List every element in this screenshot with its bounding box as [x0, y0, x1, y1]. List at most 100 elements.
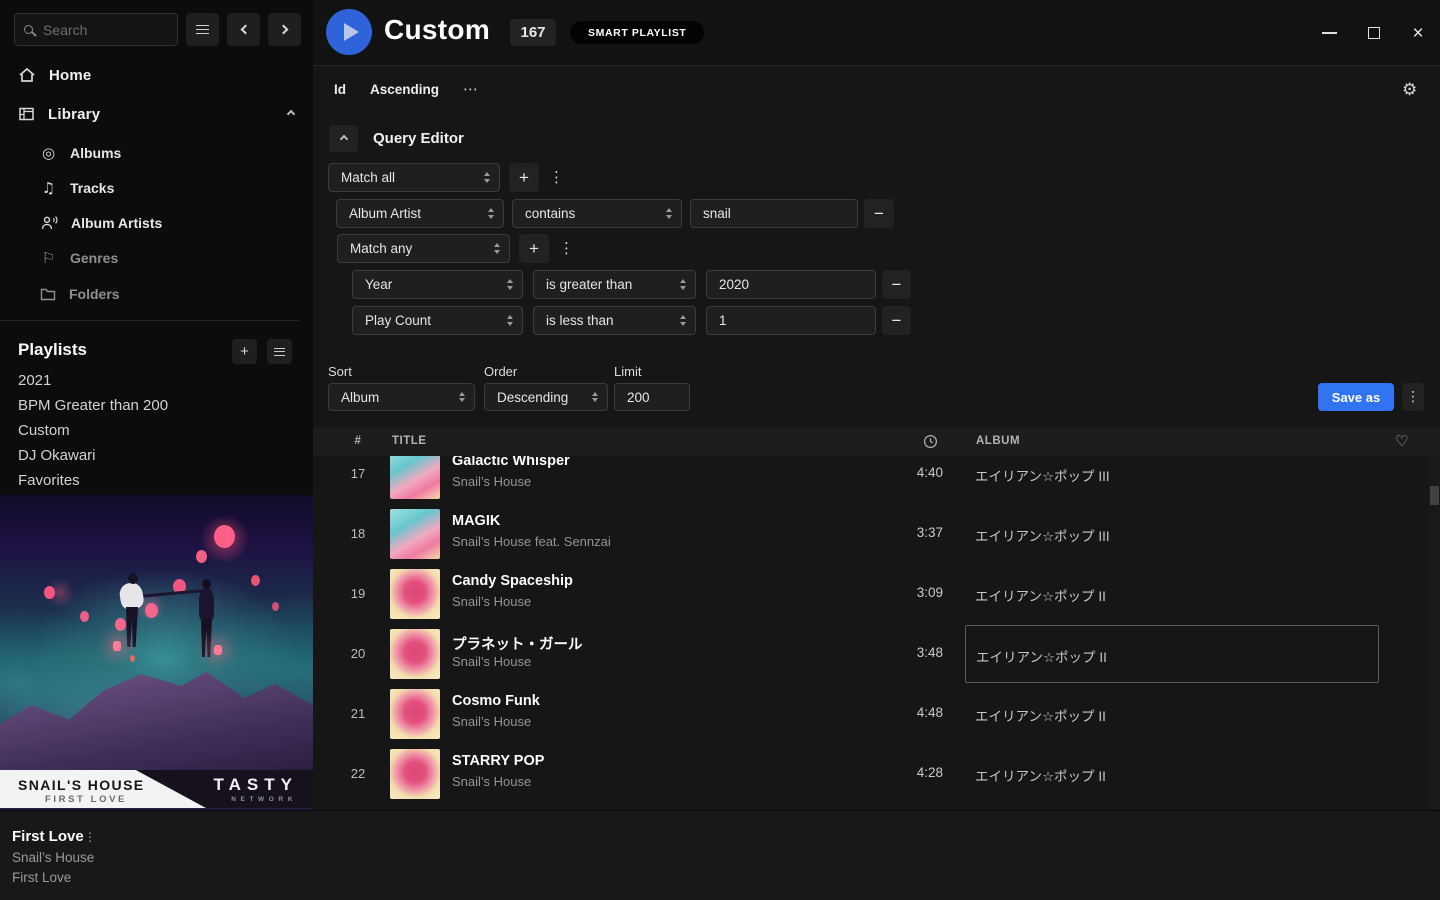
rule1-remove-button[interactable]: −: [864, 199, 894, 228]
sidebar-item-albums[interactable]: ◎ Albums: [40, 142, 121, 164]
window-close-button[interactable]: ×: [1403, 18, 1433, 48]
select-spinner-icon: [680, 279, 686, 290]
query-more-button[interactable]: ⋮: [1402, 383, 1424, 411]
column-header-number[interactable]: #: [343, 435, 373, 447]
sort-field-control[interactable]: Id: [334, 82, 346, 97]
rule2-field-value: Year: [365, 277, 392, 292]
rule2-field-select[interactable]: Year: [352, 270, 523, 299]
rule3-field-value: Play Count: [365, 313, 431, 328]
rule1-field-value: Album Artist: [349, 206, 421, 221]
sidebar-item-library[interactable]: Library: [18, 103, 294, 125]
menu-button[interactable]: [186, 13, 219, 46]
add-playlist-button[interactable]: +: [232, 339, 257, 364]
table-row[interactable]: 19 Candy Spaceship Snail’s House 3:09 エイ…: [313, 564, 1428, 624]
nav-forward-button[interactable]: [268, 13, 301, 46]
search-input[interactable]: [41, 21, 168, 39]
root-match-select[interactable]: Match all: [328, 163, 500, 192]
sort-order-control[interactable]: Ascending: [370, 82, 439, 97]
track-artist: Snail’s House: [452, 714, 531, 729]
search-box[interactable]: [14, 13, 178, 46]
disc-icon: ◎: [40, 144, 57, 162]
sidebar-item-folders[interactable]: Folders: [40, 283, 120, 305]
track-album: エイリアン☆ポップ II: [965, 625, 1379, 683]
sidebar-item-tracks[interactable]: ♫ Tracks: [40, 177, 114, 199]
nav-back-button[interactable]: [227, 13, 260, 46]
table-header: # TITLE ALBUM ♡: [313, 428, 1440, 456]
playlist-item-dj-okawari[interactable]: DJ Okawari: [18, 447, 96, 467]
rule3-operator-value: is less than: [546, 313, 614, 328]
album-art-thumbnail: [390, 509, 440, 559]
table-row[interactable]: 17 Galactic Whisper Snail’s House 4:40 エ…: [313, 456, 1428, 504]
track-artist: Snail’s House: [452, 774, 531, 789]
main-panel: Custom 167 SMART PLAYLIST × Id Ascending…: [313, 0, 1440, 810]
save-as-button[interactable]: Save as: [1318, 383, 1394, 411]
table-row[interactable]: 21 Cosmo Funk Snail’s House 4:48 エイリアン☆ポ…: [313, 684, 1428, 744]
subgroup-options-button[interactable]: ⋮: [559, 239, 574, 257]
play-playlist-button[interactable]: [326, 9, 372, 55]
gear-icon[interactable]: ⚙: [1402, 80, 1417, 100]
sidebar-item-album-artists[interactable]: Album Artists: [40, 212, 162, 234]
playlist-item-2021[interactable]: 2021: [18, 372, 51, 392]
group-match-select[interactable]: Match any: [337, 234, 510, 263]
table-row[interactable]: 18 MAGIK Snail’s House feat. Sennzai 3:3…: [313, 504, 1428, 564]
group-match-value: Match any: [350, 241, 412, 256]
cover-lanterns: [0, 495, 9, 506]
more-options-button[interactable]: ⋯: [463, 80, 478, 98]
rule2-value-input[interactable]: [706, 270, 876, 299]
order-select[interactable]: Descending: [484, 383, 608, 411]
sidebar-item-genres[interactable]: ⚐ Genres: [40, 247, 118, 269]
track-album: エイリアン☆ポップ II: [975, 705, 1106, 725]
collapse-chevron-icon[interactable]: [287, 110, 295, 118]
limit-input[interactable]: [614, 383, 690, 411]
limit-label: Limit: [614, 364, 641, 379]
sort-select[interactable]: Album: [328, 383, 475, 411]
group-add-rule-button[interactable]: +: [519, 234, 549, 263]
rule1-value-input[interactable]: [690, 199, 858, 228]
track-duration: 3:48: [873, 645, 943, 660]
scrollbar-track[interactable]: [1428, 456, 1440, 810]
column-header-album[interactable]: ALBUM: [976, 435, 1020, 447]
rule3-value-input[interactable]: [706, 306, 876, 335]
minimize-icon: [1322, 32, 1337, 34]
window-maximize-button[interactable]: [1359, 18, 1389, 48]
column-header-title[interactable]: TITLE: [392, 435, 426, 447]
playlist-item-bpm[interactable]: BPM Greater than 200: [18, 397, 168, 417]
plus-icon: +: [529, 239, 539, 259]
cover-album-text: FIRST LOVE: [45, 794, 127, 805]
select-spinner-icon: [507, 279, 513, 290]
play-icon: [344, 23, 359, 41]
scrollbar-thumb[interactable]: [1430, 486, 1439, 505]
playlist-item-favorites[interactable]: Favorites: [18, 472, 80, 492]
kebab-icon: ⋮: [1406, 389, 1420, 405]
rule3-field-select[interactable]: Play Count: [352, 306, 523, 335]
track-title: Galactic Whisper: [452, 456, 570, 469]
hamburger-icon: [196, 25, 209, 34]
sidebar-item-home[interactable]: Home: [18, 64, 91, 86]
rule2-operator-select[interactable]: is greater than: [533, 270, 696, 299]
sort-value: Album: [341, 390, 379, 405]
manage-playlists-button[interactable]: [267, 339, 292, 364]
now-playing-options-button[interactable]: ⋮: [84, 830, 96, 844]
album-art-thumbnail: [390, 749, 440, 799]
table-row[interactable]: 20 プラネット・ガール Snail’s House 3:48 エイリアン☆ポッ…: [313, 624, 1428, 684]
track-duration: 4:28: [873, 765, 943, 780]
rule1-operator-select[interactable]: contains: [512, 199, 682, 228]
rule3-operator-select[interactable]: is less than: [533, 306, 696, 335]
window-minimize-button[interactable]: [1314, 18, 1344, 48]
track-duration: 4:40: [873, 465, 943, 480]
now-playing-artist: Snail’s House: [12, 850, 94, 865]
rule3-remove-button[interactable]: −: [882, 306, 911, 335]
playlist-item-custom[interactable]: Custom: [18, 422, 70, 442]
rule1-field-select[interactable]: Album Artist: [336, 199, 504, 228]
column-header-favorite[interactable]: ♡: [1395, 432, 1409, 450]
add-rule-button[interactable]: +: [509, 163, 539, 192]
select-spinner-icon: [507, 315, 513, 326]
table-row[interactable]: 22 STARRY POP Snail’s House 4:28 エイリアン☆ポ…: [313, 744, 1428, 804]
rule2-remove-button[interactable]: −: [882, 270, 911, 299]
column-header-duration[interactable]: [923, 434, 938, 449]
sort-label: Sort: [328, 364, 352, 379]
query-editor-collapse-button[interactable]: [329, 125, 358, 152]
group-options-button[interactable]: ⋮: [549, 168, 564, 186]
flag-icon: ⚐: [40, 249, 57, 267]
select-spinner-icon: [459, 392, 465, 403]
